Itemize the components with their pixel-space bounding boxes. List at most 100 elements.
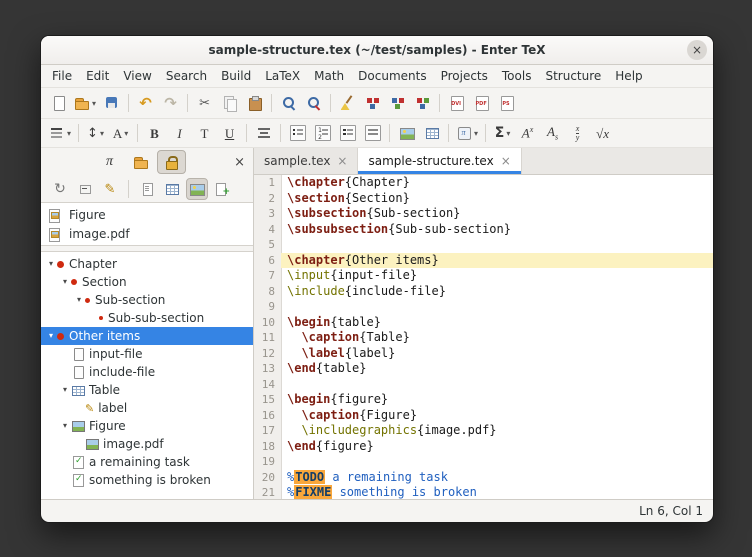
subscript-button[interactable]: As	[540, 120, 565, 146]
show-images-toggle[interactable]	[186, 178, 208, 200]
compile-latex-button[interactable]	[360, 90, 385, 116]
structure-tree-item[interactable]: ▾Sub-section	[41, 291, 253, 309]
view-pdf-button[interactable]	[469, 90, 494, 116]
side-panel-close-button[interactable]: ×	[232, 155, 247, 170]
undo-button[interactable]: ↶	[133, 90, 158, 116]
structure-tab[interactable]	[157, 150, 186, 174]
menu-build[interactable]: Build	[214, 67, 258, 85]
view-dvi-button[interactable]	[444, 90, 469, 116]
menu-view[interactable]: View	[116, 67, 158, 85]
open-button[interactable]: ▾	[71, 90, 99, 116]
code-line[interactable]: 11 \caption{Table}	[254, 330, 713, 346]
menu-search[interactable]: Search	[159, 67, 214, 85]
show-tables-toggle[interactable]	[161, 178, 183, 200]
structure-tree-item[interactable]: image.pdf	[41, 435, 253, 453]
window-close-button[interactable]: ×	[687, 40, 707, 60]
expander-icon[interactable]: ▾	[59, 386, 71, 394]
refresh-structure-button[interactable]: ↻	[49, 178, 71, 200]
document-tab[interactable]: sample.tex×	[254, 148, 358, 174]
code-line[interactable]: 6\chapter{Other items}	[254, 253, 713, 269]
typewriter-button[interactable]: T	[192, 120, 217, 146]
superscript-button[interactable]: Ax	[515, 120, 540, 146]
center-environment-button[interactable]	[251, 120, 276, 146]
code-line[interactable]: 19	[254, 454, 713, 470]
code-line[interactable]: 17 \includegraphics{image.pdf}	[254, 423, 713, 439]
math-environments-dropdown[interactable]: ▾	[453, 120, 481, 146]
search-button[interactable]	[276, 90, 301, 116]
file-browser-tab[interactable]	[126, 150, 155, 174]
expander-icon[interactable]: ▾	[45, 332, 57, 340]
structure-tree-item[interactable]: Sub-sub-section	[41, 309, 253, 327]
search-replace-button[interactable]	[301, 90, 326, 116]
save-button[interactable]	[99, 90, 124, 116]
itemize-button[interactable]	[285, 120, 310, 146]
code-line[interactable]: 1\chapter{Chapter}	[254, 175, 713, 191]
show-includes-toggle[interactable]	[136, 178, 158, 200]
show-todos-toggle[interactable]	[211, 178, 233, 200]
spacing-dropdown[interactable]: ↕▾	[83, 120, 108, 146]
menu-projects[interactable]: Projects	[434, 67, 495, 85]
structure-tree-item[interactable]: ▾Table	[41, 381, 253, 399]
code-line[interactable]: 21%FIXME something is broken	[254, 485, 713, 499]
menu-latex[interactable]: LaTeX	[258, 67, 307, 85]
code-line[interactable]: 10\begin{table}	[254, 315, 713, 331]
code-editor[interactable]: 1\chapter{Chapter}2\section{Section}3\su…	[254, 175, 713, 499]
menu-documents[interactable]: Documents	[351, 67, 433, 85]
bold-button[interactable]: B	[142, 120, 167, 146]
expander-icon[interactable]: ▾	[73, 296, 85, 304]
tab-close-icon[interactable]: ×	[337, 154, 347, 168]
insert-image-button[interactable]	[394, 120, 419, 146]
insert-table-button[interactable]	[419, 120, 444, 146]
italic-button[interactable]: I	[167, 120, 192, 146]
code-line[interactable]: 4\subsubsection{Sub-sub-section}	[254, 222, 713, 238]
code-line[interactable]: 5	[254, 237, 713, 253]
enumerate-button[interactable]	[310, 120, 335, 146]
compile-pdflatex-button[interactable]	[385, 90, 410, 116]
structure-list-item[interactable]: Figure	[41, 205, 253, 224]
code-line[interactable]: 20%TODO a remaining task	[254, 470, 713, 486]
view-ps-button[interactable]	[494, 90, 519, 116]
copy-button[interactable]	[217, 90, 242, 116]
sectioning-dropdown[interactable]: ▾	[46, 120, 74, 146]
expander-icon[interactable]: ▾	[45, 260, 57, 268]
code-line[interactable]: 12 \label{label}	[254, 346, 713, 362]
menu-tools[interactable]: Tools	[495, 67, 539, 85]
menu-help[interactable]: Help	[608, 67, 649, 85]
cut-button[interactable]: ✂	[192, 90, 217, 116]
redo-button[interactable]: ↷	[158, 90, 183, 116]
code-line[interactable]: 18\end{figure}	[254, 439, 713, 455]
menu-structure[interactable]: Structure	[538, 67, 608, 85]
structure-tree-item[interactable]: include-file	[41, 363, 253, 381]
code-line[interactable]: 14	[254, 377, 713, 393]
expander-icon[interactable]: ▾	[59, 422, 71, 430]
code-line[interactable]: 3\subsection{Sub-section}	[254, 206, 713, 222]
collapse-all-button[interactable]	[74, 178, 96, 200]
font-size-dropdown[interactable]: A▾	[108, 120, 133, 146]
code-line[interactable]: 7\input{input-file}	[254, 268, 713, 284]
structure-tree-item[interactable]: a remaining task	[41, 453, 253, 471]
compile-bibtex-button[interactable]	[410, 90, 435, 116]
structure-tree-item[interactable]: something is broken	[41, 471, 253, 489]
new-document-button[interactable]	[46, 90, 71, 116]
sqrt-button[interactable]: √x	[590, 120, 615, 146]
structure-tree-item[interactable]: ▾Chapter	[41, 255, 253, 273]
menu-file[interactable]: File	[45, 67, 79, 85]
structure-tree-item[interactable]: ▾Other items	[41, 327, 253, 345]
list-environment-button[interactable]	[360, 120, 385, 146]
code-line[interactable]: 8\include{include-file}	[254, 284, 713, 300]
structure-tree-item[interactable]: ✎label	[41, 399, 253, 417]
code-line[interactable]: 13\end{table}	[254, 361, 713, 377]
code-line[interactable]: 2\section{Section}	[254, 191, 713, 207]
clean-build-files-button[interactable]	[335, 90, 360, 116]
structure-tree-item[interactable]: ▾Figure	[41, 417, 253, 435]
code-line[interactable]: 16 \caption{Figure}	[254, 408, 713, 424]
math-symbols-dropdown[interactable]: Σ▾	[490, 120, 515, 146]
code-line[interactable]: 15\begin{figure}	[254, 392, 713, 408]
code-line[interactable]: 9	[254, 299, 713, 315]
tab-close-icon[interactable]: ×	[501, 154, 511, 168]
paste-button[interactable]	[242, 90, 267, 116]
menu-edit[interactable]: Edit	[79, 67, 116, 85]
document-tab[interactable]: sample-structure.tex×	[358, 148, 521, 174]
expander-icon[interactable]: ▾	[59, 278, 71, 286]
structure-list-item[interactable]: image.pdf	[41, 224, 253, 243]
